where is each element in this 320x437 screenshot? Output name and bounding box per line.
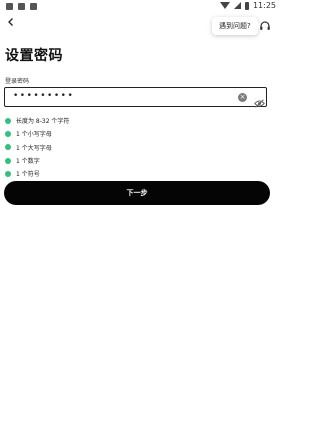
status-time: 11:25 xyxy=(252,1,276,10)
password-label: 登录密码 xyxy=(5,78,30,85)
password-value[interactable]: ••••••••• xyxy=(13,91,74,101)
requirement-item: 1 个小写字母 xyxy=(5,127,69,140)
image-icon xyxy=(18,3,25,10)
status-bar: 11:25 xyxy=(0,0,284,14)
check-icon xyxy=(5,157,11,164)
signal-icon xyxy=(233,2,241,9)
wifi-icon xyxy=(219,2,230,9)
battery-icon xyxy=(244,1,249,10)
next-button[interactable]: 下一步 xyxy=(4,181,270,205)
app-icon xyxy=(30,3,37,10)
requirement-item: 1 个大写字母 xyxy=(5,141,69,154)
check-icon xyxy=(5,144,11,151)
notification-icon xyxy=(6,3,13,10)
check-icon xyxy=(5,130,11,137)
notification-icons xyxy=(6,3,37,10)
clear-icon[interactable]: × xyxy=(238,93,247,102)
requirement-item: 1 个符号 xyxy=(5,167,69,180)
eye-hidden-icon[interactable] xyxy=(254,93,265,108)
password-requirements: 长度为 8-32 个字符 1 个小写字母 1 个大写字母 1 个数字 1 个符号 xyxy=(5,114,69,180)
help-link[interactable]: 遇到问题? xyxy=(212,17,262,35)
page-title: 设置密码 xyxy=(5,48,63,64)
back-icon[interactable] xyxy=(6,17,16,27)
headset-icon[interactable] xyxy=(259,17,271,30)
check-icon xyxy=(5,170,11,177)
requirement-item: 长度为 8-32 个字符 xyxy=(5,114,69,127)
requirement-item: 1 个数字 xyxy=(5,154,69,167)
password-field[interactable]: ••••••••• × xyxy=(4,87,267,108)
check-icon xyxy=(5,117,11,124)
